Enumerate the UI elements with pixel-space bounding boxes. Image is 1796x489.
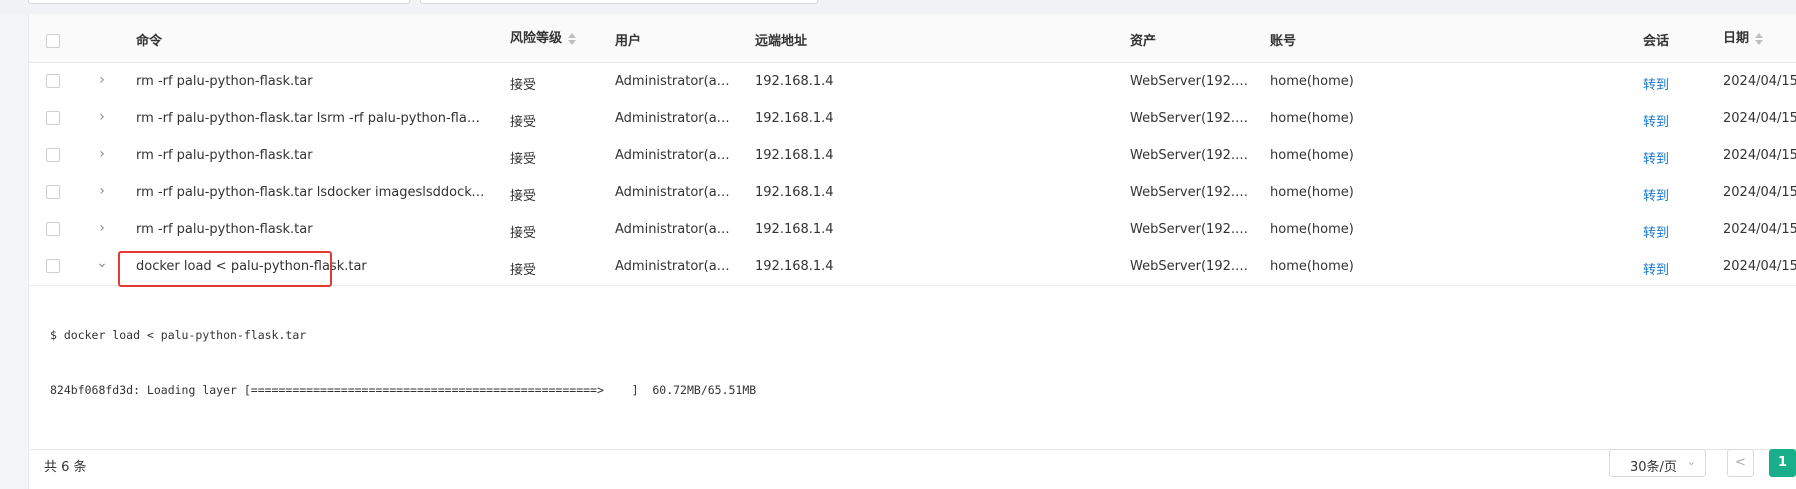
cell-date: 2024/04/15 0 bbox=[1723, 148, 1796, 163]
cell-command: rm -rf palu-python-flask.tar lsrm -rf pa… bbox=[136, 111, 486, 126]
chevron-right-icon[interactable]: › bbox=[95, 72, 109, 88]
row-checkbox[interactable] bbox=[46, 148, 60, 162]
cell-asset: WebServer(192.1… bbox=[1130, 111, 1250, 126]
session-link[interactable]: 转到 bbox=[1643, 222, 1693, 241]
cell-account: home(home) bbox=[1270, 148, 1354, 163]
session-link[interactable]: 转到 bbox=[1643, 74, 1693, 93]
table-row[interactable]: › rm -rf palu-python-flask.tar 接受 Admini… bbox=[29, 63, 1796, 101]
cell-account: home(home) bbox=[1270, 185, 1354, 200]
page-size-select[interactable]: 30条/页 ⌄ bbox=[1609, 449, 1706, 477]
header-account: 账号 bbox=[1270, 34, 1297, 49]
header-session: 会话 bbox=[1643, 34, 1670, 49]
row-checkbox[interactable] bbox=[46, 185, 60, 199]
output-line-1: $ docker load < palu-python-flask.tar bbox=[50, 328, 307, 342]
cell-user: Administrator(ad… bbox=[615, 259, 733, 274]
cell-asset: WebServer(192.1… bbox=[1130, 259, 1250, 274]
chevron-right-icon[interactable]: › bbox=[95, 183, 109, 199]
cell-risk: 接受 bbox=[510, 226, 537, 241]
cell-remote: 192.168.1.4 bbox=[755, 74, 834, 89]
header-command: 命令 bbox=[136, 34, 163, 49]
header-risk-label: 风险等级 bbox=[510, 31, 563, 46]
cell-asset: WebServer(192.1… bbox=[1130, 148, 1250, 163]
header-risk[interactable]: 风险等级 bbox=[510, 27, 577, 46]
cell-command: rm -rf palu-python-flask.tar lsdocker im… bbox=[136, 185, 486, 200]
row-checkbox[interactable] bbox=[46, 111, 60, 125]
cell-account: home(home) bbox=[1270, 222, 1354, 237]
sort-icon[interactable] bbox=[568, 32, 577, 45]
row-checkbox[interactable] bbox=[46, 259, 60, 273]
cell-date: 2024/04/15 1 bbox=[1723, 74, 1796, 89]
cell-user: Administrator(ad… bbox=[615, 222, 733, 237]
header-asset: 资产 bbox=[1130, 34, 1157, 49]
search-input[interactable] bbox=[28, 0, 410, 4]
cell-remote: 192.168.1.4 bbox=[755, 148, 834, 163]
cell-risk: 接受 bbox=[510, 263, 537, 278]
total-count: 共 6 条 bbox=[44, 460, 87, 475]
cell-remote: 192.168.1.4 bbox=[755, 222, 834, 237]
table-row[interactable]: › rm -rf palu-python-flask.tar 接受 Admini… bbox=[29, 137, 1796, 175]
cell-user: Administrator(ad… bbox=[615, 148, 733, 163]
header-date-label: 日期 bbox=[1723, 31, 1750, 46]
cell-user: Administrator(ad… bbox=[615, 74, 733, 89]
sort-icon[interactable] bbox=[1755, 32, 1764, 45]
table-row[interactable]: › rm -rf palu-python-flask.tar 接受 Admini… bbox=[29, 211, 1796, 249]
header-date[interactable]: 日期 bbox=[1723, 27, 1764, 46]
header-user: 用户 bbox=[615, 34, 642, 49]
cell-risk: 接受 bbox=[510, 115, 537, 130]
cell-account: home(home) bbox=[1270, 259, 1354, 274]
cell-date: 2024/04/15 0 bbox=[1723, 222, 1796, 237]
chevron-right-icon[interactable]: › bbox=[95, 220, 109, 236]
cell-remote: 192.168.1.4 bbox=[755, 111, 834, 126]
page-button-1[interactable]: 1 bbox=[1769, 449, 1796, 477]
chevron-down-icon: ⌄ bbox=[1686, 455, 1696, 468]
select-all-checkbox[interactable] bbox=[46, 34, 60, 48]
session-link[interactable]: 转到 bbox=[1643, 259, 1693, 278]
table-row[interactable]: › rm -rf palu-python-flask.tar lsdocker … bbox=[29, 174, 1796, 212]
cell-risk: 接受 bbox=[510, 189, 537, 204]
chevron-right-icon[interactable]: › bbox=[95, 109, 109, 125]
session-link[interactable]: 转到 bbox=[1643, 111, 1693, 130]
cell-command: rm -rf palu-python-flask.tar bbox=[136, 74, 313, 89]
output-line-2: 824bf068fd3d: Loading layer [===========… bbox=[50, 383, 757, 397]
cell-account: home(home) bbox=[1270, 111, 1354, 126]
chevron-down-icon[interactable]: ⌄ bbox=[95, 255, 109, 271]
cell-date: 2024/04/15 0 bbox=[1723, 185, 1796, 200]
cell-remote: 192.168.1.4 bbox=[755, 185, 834, 200]
table-row[interactable]: › rm -rf palu-python-flask.tar lsrm -rf … bbox=[29, 100, 1796, 138]
session-link[interactable]: 转到 bbox=[1643, 185, 1693, 204]
cell-asset: WebServer(192.1… bbox=[1130, 185, 1250, 200]
cell-date: 2024/04/15 0 bbox=[1723, 111, 1796, 126]
table-header: 命令 风险等级 用户 远端地址 资产 账号 会话 日期 bbox=[29, 14, 1796, 63]
cell-command: rm -rf palu-python-flask.tar bbox=[136, 148, 313, 163]
row-checkbox[interactable] bbox=[46, 74, 60, 88]
prev-page-button[interactable]: < bbox=[1727, 449, 1754, 477]
page-size-label: 30条/页 bbox=[1630, 460, 1677, 475]
command-output-panel: $ docker load < palu-python-flask.tar 82… bbox=[29, 301, 1796, 450]
cell-date: 2024/04/15 0 bbox=[1723, 259, 1796, 274]
header-remote: 远端地址 bbox=[755, 34, 808, 49]
cell-risk: 接受 bbox=[510, 78, 537, 93]
highlight-box bbox=[118, 251, 332, 287]
session-link[interactable]: 转到 bbox=[1643, 148, 1693, 167]
top-filter-bar bbox=[0, 0, 1796, 14]
cell-user: Administrator(ad… bbox=[615, 185, 733, 200]
cell-user: Administrator(ad… bbox=[615, 111, 733, 126]
cell-asset: WebServer(192.1… bbox=[1130, 74, 1250, 89]
row-checkbox[interactable] bbox=[46, 222, 60, 236]
chevron-right-icon[interactable]: › bbox=[95, 146, 109, 162]
cell-remote: 192.168.1.4 bbox=[755, 259, 834, 274]
filter-input[interactable] bbox=[420, 0, 818, 4]
cell-account: home(home) bbox=[1270, 74, 1354, 89]
command-log-table: 命令 风险等级 用户 远端地址 资产 账号 会话 日期 › rm -rf pal… bbox=[28, 14, 1796, 489]
cell-risk: 接受 bbox=[510, 152, 537, 167]
cell-asset: WebServer(192.1… bbox=[1130, 222, 1250, 237]
cell-command: rm -rf palu-python-flask.tar bbox=[136, 222, 313, 237]
